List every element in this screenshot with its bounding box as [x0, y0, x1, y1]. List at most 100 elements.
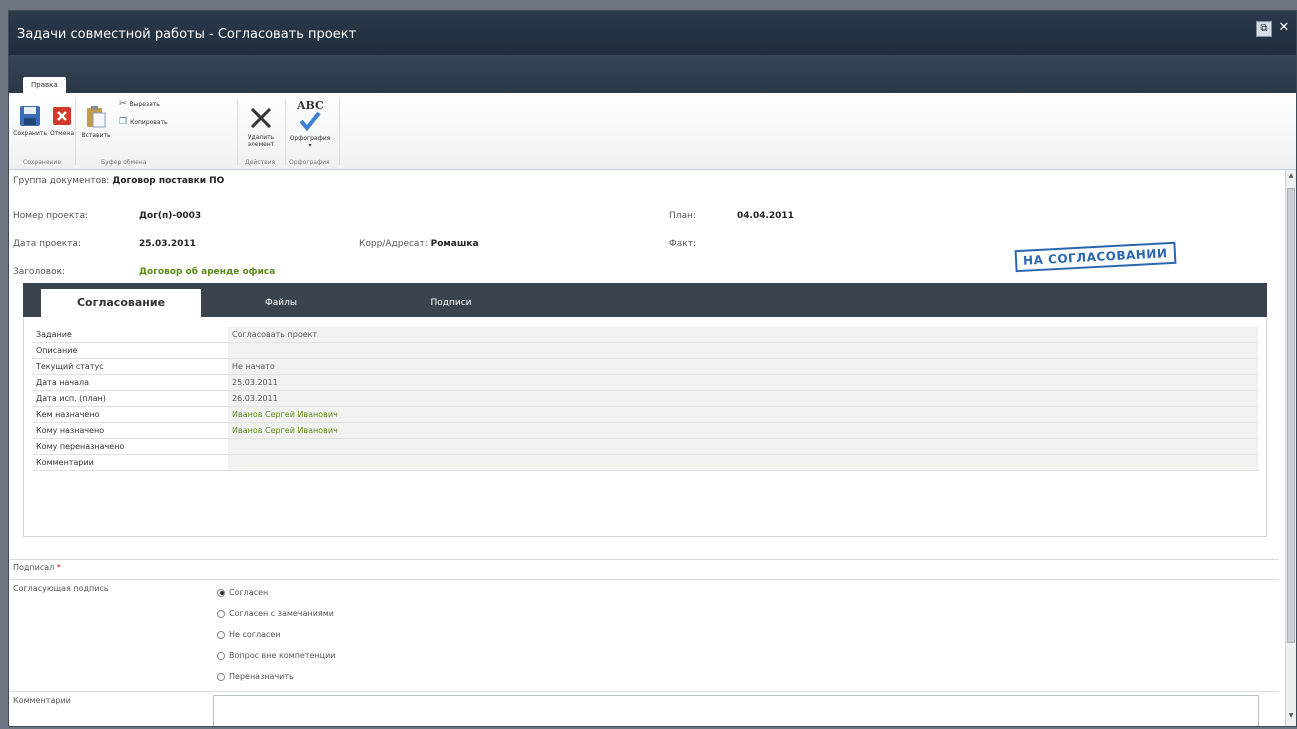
tabs-bar: Согласование Файлы Подписи	[23, 283, 1267, 317]
title-label: Заголовок:	[13, 267, 66, 277]
ribbon-tabstrip: Правка	[9, 55, 1296, 93]
cancel-label: Отмена	[49, 130, 75, 137]
tab-files[interactable]: Файлы	[201, 289, 361, 317]
radio-out-of-competence[interactable]: Вопрос вне компетенции	[217, 651, 336, 660]
task-row: Задание Согласовать проект	[32, 327, 1258, 343]
scroll-down-icon[interactable]: ▼	[1286, 712, 1296, 724]
form-content: Группа документов: Договор поставки ПО Н…	[9, 170, 1279, 726]
plan-value: 04.04.2011	[737, 211, 794, 221]
save-icon	[20, 106, 40, 126]
comments-row-label: Комментарии	[36, 458, 94, 467]
save-button[interactable]: Сохранить	[13, 105, 47, 137]
signed-by-label-text: Подписал	[13, 563, 55, 572]
scissors-icon: ✂	[119, 99, 127, 109]
title-value: Договор об аренде офиса	[139, 267, 276, 277]
due-date-row-value: 26.03.2011	[228, 391, 1258, 406]
radio-reassign-label: Переназначить	[229, 672, 294, 681]
cut-button[interactable]: ✂ Вырезать	[119, 99, 160, 109]
dialog-window: Задачи совместной работы - Согласовать п…	[8, 10, 1297, 727]
correspondent-value: Ромашка	[430, 239, 479, 249]
status-row: Текущий статус Не начато	[32, 359, 1258, 375]
tab-signatures[interactable]: Подписи	[371, 289, 531, 317]
tab-approval[interactable]: Согласование	[41, 289, 201, 317]
group-label-spelling: Орфография	[289, 159, 330, 166]
scroll-thumb[interactable]	[1287, 188, 1295, 643]
description-row: Описание	[32, 343, 1258, 359]
scrollbar[interactable]: ▲ ▼	[1285, 170, 1296, 726]
plan-label: План:	[669, 211, 696, 221]
radio-reassign[interactable]: Переназначить	[217, 672, 294, 681]
divider	[9, 559, 1279, 560]
assigned-to-link[interactable]: Иванов Сергей Иванович	[228, 423, 1258, 438]
copy-button[interactable]: ❐ Копировать	[119, 117, 168, 127]
radio-dot[interactable]	[217, 651, 225, 660]
correspondent-label: Корр/Адресат: Ромашка	[359, 239, 479, 249]
divider	[9, 579, 1279, 580]
assigned-by-row: Кем назначено Иванов Сергей Иванович	[32, 407, 1258, 423]
project-date-value: 25.03.2011	[139, 239, 196, 249]
paste-icon	[87, 106, 106, 128]
cancel-icon	[53, 107, 71, 125]
doc-group-label-text: Группа документов:	[13, 176, 110, 186]
required-mark: *	[56, 563, 61, 572]
description-row-label: Описание	[36, 346, 78, 355]
title-bar: Задачи совместной работы - Согласовать п…	[9, 11, 1296, 55]
delete-icon	[250, 107, 272, 129]
radio-dot[interactable]	[217, 630, 225, 639]
radio-agree[interactable]: Согласен	[217, 588, 268, 597]
spelling-dropdown-icon[interactable]: ▾	[287, 142, 333, 149]
radio-disagree[interactable]: Не согласен	[217, 630, 281, 639]
comments-row-value	[228, 455, 1258, 470]
paste-button[interactable]: Вставить	[79, 105, 113, 139]
due-date-row-label: Дата исп. (план)	[36, 394, 106, 403]
ribbon-separator	[75, 99, 76, 165]
due-date-row: Дата исп. (план) 26.03.2011	[32, 391, 1258, 407]
project-date-label: Дата проекта:	[13, 239, 82, 249]
restore-icon[interactable]: ⧉	[1256, 21, 1272, 37]
radio-dot[interactable]	[217, 588, 225, 597]
ribbon: Сохранить Отмена Вставить ✂ Вырезать ❐ К…	[9, 93, 1296, 170]
comments-textarea[interactable]	[213, 695, 1259, 726]
radio-agree-with-remarks[interactable]: Согласен с замечаниями	[217, 609, 334, 618]
radio-disagree-label: Не согласен	[229, 630, 281, 639]
status-row-value: Не начато	[228, 359, 1258, 374]
start-date-row-label: Дата начала	[36, 378, 90, 387]
doc-group-value: Договор поставки ПО	[112, 176, 225, 186]
close-icon[interactable]: ✕	[1276, 21, 1292, 37]
assigned-by-link[interactable]: Иванов Сергей Иванович	[228, 407, 1258, 422]
signed-by-label: Подписал *	[13, 563, 61, 572]
ribbon-tab-edit[interactable]: Правка	[23, 77, 66, 93]
delete-item-button[interactable]: Удалить элемент	[241, 105, 281, 148]
ribbon-separator	[339, 99, 340, 165]
comments-row: Комментарии	[32, 455, 1258, 471]
approval-panel: Задание Согласовать проект Описание Теку…	[23, 317, 1267, 537]
scroll-up-icon[interactable]: ▲	[1286, 172, 1296, 184]
group-label-actions: Действия	[245, 159, 276, 166]
start-date-row: Дата начала 25.03.2011	[32, 375, 1258, 391]
copy-icon: ❐	[119, 117, 128, 127]
cancel-button[interactable]: Отмена	[47, 105, 77, 137]
window-title: Задачи совместной работы - Согласовать п…	[17, 27, 357, 42]
comments-label: Комментарии	[13, 696, 71, 705]
delete-label-2: элемент	[247, 141, 275, 148]
radio-dot[interactable]	[217, 672, 225, 681]
group-label-save: Сохранение	[23, 159, 62, 166]
reassigned-to-row: Кому переназначено	[32, 439, 1258, 455]
group-label-clipboard: Буфер обмена	[101, 159, 147, 166]
doc-group-label: Группа документов: Договор поставки ПО	[13, 176, 224, 186]
reassigned-to-row-value	[228, 439, 1258, 454]
approval-signature-label: Согласующая подпись	[13, 584, 109, 593]
ribbon-separator	[237, 99, 238, 165]
spelling-label: Орфография	[289, 135, 331, 142]
paste-label: Вставить	[81, 132, 111, 139]
save-label: Сохранить	[13, 130, 47, 137]
radio-agree-label: Согласен	[229, 588, 269, 597]
spelling-button[interactable]: ABC Орфография ▾	[287, 99, 333, 149]
assigned-by-row-label: Кем назначено	[36, 410, 100, 419]
description-row-value	[228, 343, 1258, 358]
copy-label: Копировать	[130, 118, 168, 126]
radio-dot[interactable]	[217, 609, 225, 618]
fact-label: Факт:	[669, 239, 696, 249]
status-row-label: Текущий статус	[36, 362, 104, 371]
task-row-label: Задание	[36, 330, 72, 339]
